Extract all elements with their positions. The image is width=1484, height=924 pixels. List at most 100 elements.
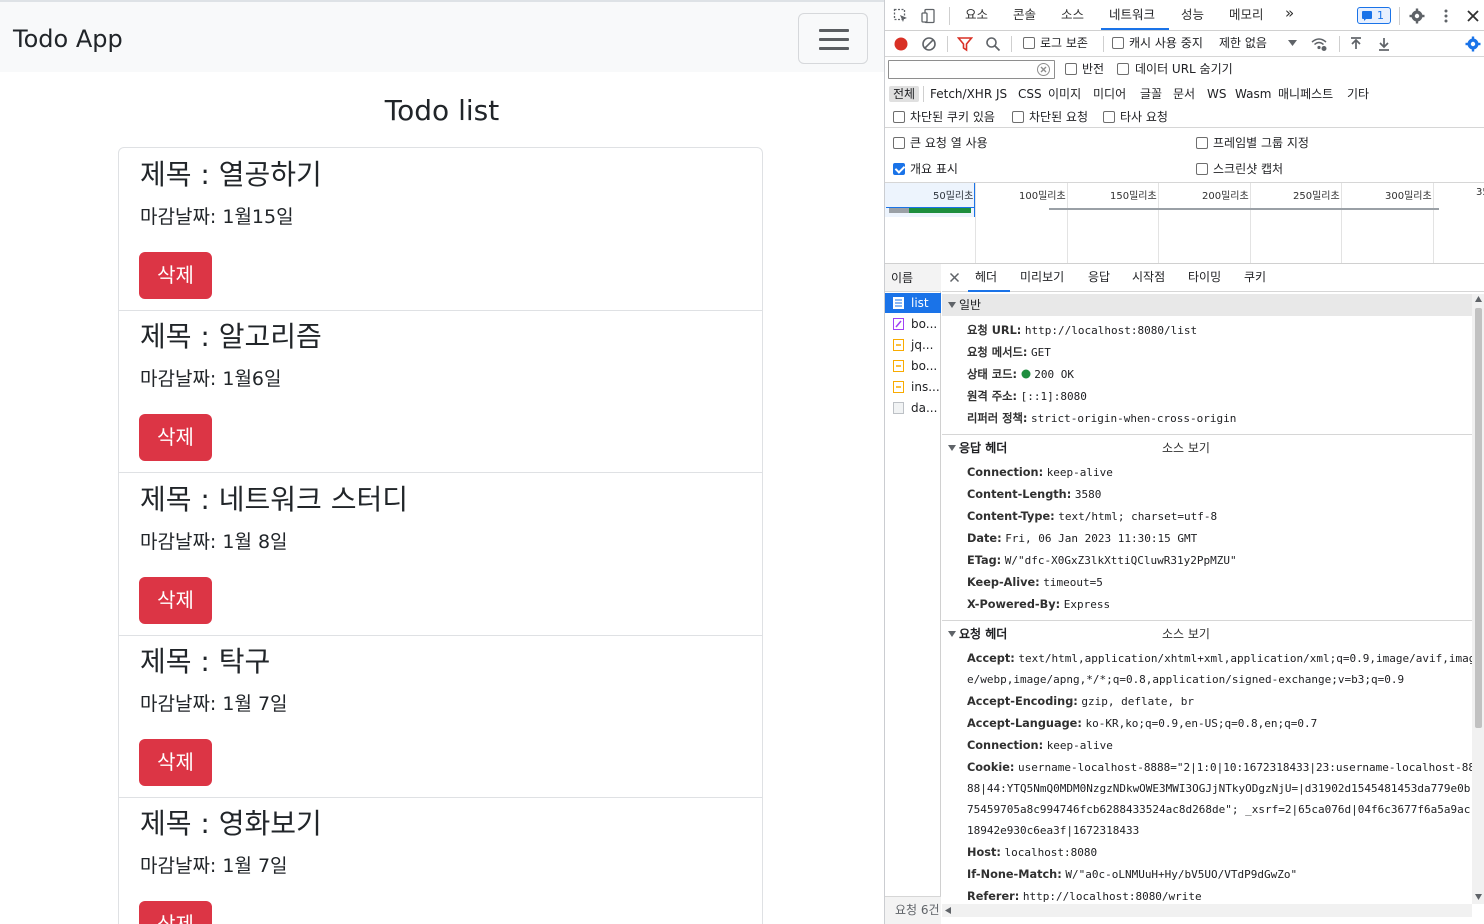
header-value: W/"dfc-X0GxZ3lkXttiQCluwR31y2PpMZU": [1004, 554, 1237, 567]
type-wasm[interactable]: Wasm: [1235, 87, 1271, 101]
response-headers-section-header[interactable]: 응답 헤더 소스 보기: [942, 437, 1472, 459]
timeline-grid: [1341, 183, 1342, 263]
delete-button[interactable]: 삭제: [139, 901, 212, 924]
type-manifest[interactable]: 매니페스트: [1278, 87, 1333, 101]
header-key: 요청 메서드:: [967, 346, 1028, 359]
type-other[interactable]: 기타: [1347, 87, 1369, 101]
device-toolbar-icon[interactable]: [921, 8, 937, 24]
network-settings-gear-icon[interactable]: [1465, 36, 1481, 52]
header-value: GET: [1031, 346, 1051, 359]
third-party-checkbox[interactable]: [1103, 111, 1115, 123]
request-row[interactable]: list: [885, 293, 941, 313]
delete-button[interactable]: 삭제: [139, 739, 212, 786]
tab-memory[interactable]: 메모리: [1229, 7, 1264, 23]
delete-button[interactable]: 삭제: [139, 414, 212, 461]
timeline-grid: [975, 183, 976, 263]
big-rows-checkbox[interactable]: [893, 137, 905, 149]
header-value: W/"a0c-oLNMUuH+Hy/bV5UO/VTdP9dGwZo": [1065, 868, 1298, 881]
type-img[interactable]: 이미지: [1048, 87, 1081, 101]
view-source-link[interactable]: 소스 보기: [1162, 437, 1210, 459]
network-conditions-icon[interactable]: [1311, 36, 1327, 52]
request-row[interactable]: bo...: [891, 356, 941, 376]
request-row[interactable]: ins...: [891, 377, 941, 397]
type-media[interactable]: 미디어: [1093, 87, 1126, 101]
tab-preview[interactable]: 미리보기: [1020, 270, 1064, 284]
filter-icon[interactable]: [957, 36, 973, 52]
hide-data-urls-checkbox[interactable]: [1117, 63, 1129, 75]
scrollbar-thumb[interactable]: [1475, 308, 1482, 728]
tab-timing[interactable]: 타이밍: [1188, 270, 1221, 284]
big-rows-label: 큰 요청 열 사용: [910, 136, 988, 150]
preserve-log-checkbox[interactable]: [1023, 37, 1035, 49]
request-row[interactable]: bo...: [891, 314, 941, 334]
search-icon[interactable]: [985, 36, 1001, 52]
expand-arrow-icon: [948, 445, 956, 451]
export-har-icon[interactable]: [1376, 36, 1392, 52]
clear-filter-icon[interactable]: [1037, 63, 1050, 76]
type-doc[interactable]: 문서: [1173, 87, 1195, 101]
tab-network[interactable]: 네트워크: [1109, 7, 1155, 23]
divider: [1399, 7, 1400, 25]
tab-initiator[interactable]: 시작점: [1132, 270, 1165, 284]
tab-sources[interactable]: 소스: [1061, 7, 1084, 23]
request-name: da...: [911, 401, 938, 415]
header-value: 3580: [1074, 488, 1102, 501]
header-row: 원격 주소: [::1]:8080: [967, 390, 1087, 404]
clear-icon[interactable]: [921, 36, 937, 52]
delete-button[interactable]: 삭제: [139, 577, 212, 624]
filter-input[interactable]: [888, 60, 1055, 79]
scroll-up-icon[interactable]: [1475, 296, 1482, 302]
type-all[interactable]: 전체: [889, 86, 920, 102]
request-headers-section-header[interactable]: 요청 헤더 소스 보기: [942, 623, 1472, 645]
general-section-header[interactable]: 일반: [942, 294, 1472, 316]
delete-button[interactable]: 삭제: [139, 252, 212, 299]
tab-console[interactable]: 콘솔: [1013, 7, 1036, 23]
blocked-cookies-checkbox[interactable]: [893, 111, 905, 123]
close-detail-icon[interactable]: [949, 272, 960, 283]
close-icon[interactable]: [1465, 8, 1481, 24]
kebab-menu-icon[interactable]: [1438, 8, 1454, 24]
header-row: Date: Fri, 06 Jan 2023 11:30:15 GMT: [967, 532, 1197, 546]
header-value: keep-alive: [1046, 466, 1113, 479]
disable-cache-checkbox[interactable]: [1112, 37, 1124, 49]
navbar-toggler-button[interactable]: [798, 13, 868, 64]
timeline-overview[interactable]: 50밀리초 100밀리초 150밀리초 200밀리초 250밀리초 300밀리초…: [885, 183, 1484, 264]
request-row[interactable]: da...: [891, 398, 941, 418]
tab-elements[interactable]: 요소: [965, 7, 988, 23]
navbar-brand[interactable]: Todo App: [13, 24, 123, 54]
type-css[interactable]: CSS: [1018, 87, 1042, 101]
page-title: Todo list: [384, 94, 500, 127]
name-column-header[interactable]: 이름: [885, 264, 941, 292]
type-ws[interactable]: WS: [1207, 87, 1226, 101]
settings-gear-icon[interactable]: [1409, 8, 1425, 24]
blocked-requests-checkbox[interactable]: [1012, 111, 1024, 123]
vertical-scrollbar[interactable]: [1472, 294, 1484, 904]
inspect-element-icon[interactable]: [893, 8, 909, 24]
issues-badge[interactable]: 1: [1357, 7, 1391, 24]
blocked-options: 차단된 쿠키 있음 차단된 요청 타사 요청: [885, 106, 1484, 128]
more-tabs-button[interactable]: »: [1285, 5, 1294, 21]
type-fetch-xhr[interactable]: Fetch/XHR: [930, 87, 992, 101]
group-by-frame-checkbox[interactable]: [1196, 137, 1208, 149]
type-font[interactable]: 글꼴: [1140, 87, 1162, 101]
record-icon[interactable]: [893, 36, 909, 52]
scroll-down-icon[interactable]: [1475, 894, 1482, 900]
hide-data-urls-label: 데이터 URL 숨기기: [1135, 62, 1233, 76]
view-source-link[interactable]: 소스 보기: [1162, 623, 1210, 645]
horizontal-scrollbar[interactable]: [942, 904, 1472, 917]
header-key: Cookie:: [967, 761, 1015, 774]
tab-headers[interactable]: 헤더: [975, 270, 997, 284]
invert-checkbox[interactable]: [1065, 63, 1077, 75]
throttling-select[interactable]: 제한 없음: [1219, 36, 1267, 50]
request-row[interactable]: jq...: [891, 335, 941, 355]
header-value-continuation: e/webp,image/apng,*/*;q=0.8,application/…: [967, 673, 1405, 686]
type-js[interactable]: JS: [996, 87, 1007, 101]
tab-cookies[interactable]: 쿠키: [1244, 270, 1266, 284]
tab-response[interactable]: 응답: [1088, 270, 1110, 284]
scroll-left-icon[interactable]: [945, 907, 951, 914]
screenshots-checkbox[interactable]: [1196, 163, 1208, 175]
tab-performance[interactable]: 성능: [1181, 7, 1204, 23]
import-har-icon[interactable]: [1348, 36, 1364, 52]
divider: [923, 86, 924, 102]
overview-checkbox[interactable]: [893, 163, 905, 175]
